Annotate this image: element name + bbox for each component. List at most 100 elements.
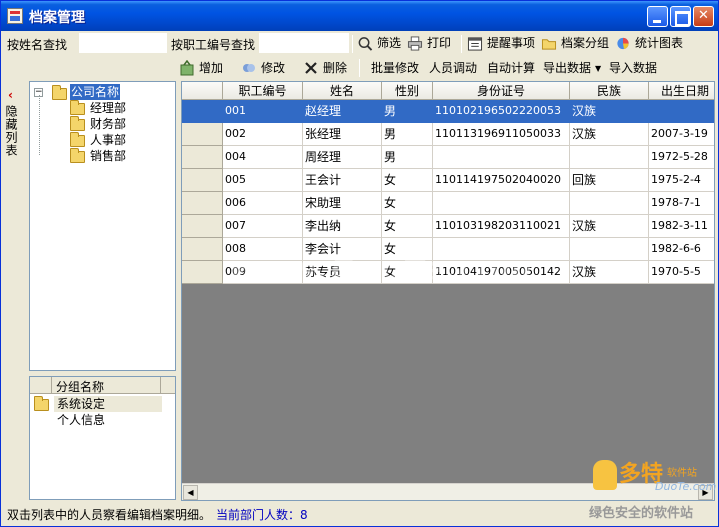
title-bar[interactable]: 档案管理 ✕ — [1, 1, 718, 31]
window-title: 档案管理 — [29, 10, 85, 26]
print-button[interactable]: 打印 — [407, 34, 451, 53]
cell-ethnicity[interactable] — [570, 146, 649, 169]
app-icon — [7, 8, 23, 24]
add-button[interactable]: 增加 — [179, 58, 223, 78]
edit-button[interactable]: 修改 — [241, 58, 285, 78]
cell-ethnicity[interactable]: 汉族 — [570, 123, 649, 146]
logo-tagline: 绿色安全的软件站 — [589, 506, 694, 521]
toolbar-separator — [461, 35, 462, 53]
group-list-header: 分组名称 — [30, 377, 175, 394]
transfer-button[interactable]: 人员调动 — [429, 58, 477, 78]
cell-gender[interactable]: 男 — [382, 100, 433, 123]
column-header-ethnicity[interactable]: 民族 — [570, 82, 649, 100]
cell-id[interactable]: 006 — [223, 192, 303, 215]
chart-button[interactable]: 统计图表 — [615, 34, 683, 53]
export-button[interactable]: 导出数据 ▼ — [543, 58, 601, 78]
delete-button[interactable]: 删除 — [303, 58, 347, 78]
column-header-id[interactable]: 职工编号 — [223, 82, 303, 100]
cell-idcard[interactable] — [433, 192, 570, 215]
cell-name[interactable]: 张经理 — [303, 123, 382, 146]
table-row[interactable]: 004 周经理男 1972-5-28 — [182, 146, 714, 169]
cell-gender[interactable]: 女 — [382, 192, 433, 215]
column-header-birthdate[interactable]: 出生日期 — [649, 82, 714, 100]
row-header[interactable] — [182, 261, 223, 284]
search-by-id-label: 按职工编号查找 — [171, 38, 256, 52]
table-row[interactable]: 006 宋助理女 1978-7-1 — [182, 192, 714, 215]
filter-button[interactable]: 筛选 — [357, 34, 401, 53]
table-row[interactable]: 007 李出纳女 110103198203110021 汉族 1982-3-11 — [182, 215, 714, 238]
cell-birthdate[interactable] — [649, 100, 714, 123]
employee-grid[interactable]: 职工编号 姓名 性别 身份证号 民族 出生日期 001 赵经理男 110102196… — [181, 81, 715, 501]
cell-id[interactable]: 005 — [223, 169, 303, 192]
column-header-idcard[interactable]: 身份证号 — [433, 82, 570, 100]
row-header[interactable] — [182, 192, 223, 215]
row-header[interactable] — [182, 238, 223, 261]
cell-ethnicity[interactable]: 回族 — [570, 169, 649, 192]
table-row[interactable]: 001 赵经理男 110102196502220053 汉族 — [182, 100, 714, 123]
cell-gender[interactable]: 男 — [382, 123, 433, 146]
minimize-button[interactable] — [647, 6, 668, 27]
department-tree[interactable]: − 公司名称 经理部 财务部 人事部 销售部 — [29, 81, 176, 371]
search-by-name-input[interactable] — [79, 33, 167, 53]
hide-list-tab[interactable]: ‹ 隐藏列表 — [4, 85, 22, 175]
table-row[interactable]: 002 张经理男 110113196911050033 汉族 2007-3-19 — [182, 123, 714, 146]
cell-name[interactable]: 李出纳 — [303, 215, 382, 238]
cell-birthdate[interactable]: 1978-7-1 — [649, 192, 714, 215]
group-item-system[interactable]: 系统设定 — [30, 396, 175, 412]
tree-item-label: 财务部 — [90, 117, 127, 131]
cell-birthdate[interactable]: 1982-3-11 — [649, 215, 714, 238]
cell-gender[interactable]: 女 — [382, 215, 433, 238]
search-by-id-input[interactable] — [259, 33, 349, 53]
row-header[interactable] — [182, 100, 223, 123]
cell-idcard[interactable]: 110102196502220053 — [433, 100, 570, 123]
row-header[interactable] — [182, 123, 223, 146]
auto-calc-button[interactable]: 自动计算 — [487, 58, 535, 78]
cell-idcard[interactable] — [433, 146, 570, 169]
cell-ethnicity[interactable] — [570, 192, 649, 215]
cell-birthdate[interactable]: 1975-2-4 — [649, 169, 714, 192]
column-header-gender[interactable]: 性别 — [382, 82, 433, 100]
scroll-left-icon[interactable]: ◀ — [183, 485, 198, 500]
folder-icon — [541, 39, 557, 50]
batch-edit-button[interactable]: 批量修改 — [371, 58, 419, 78]
cell-ethnicity[interactable]: 汉族 — [570, 261, 649, 284]
cell-idcard[interactable]: 110114197502040020 — [433, 169, 570, 192]
reminder-button[interactable]: 提醒事项 — [467, 34, 535, 53]
grouping-button[interactable]: 档案分组 — [541, 34, 609, 53]
cell-birthdate[interactable]: 2007-3-19 — [649, 123, 714, 146]
export-label: 导出数据 — [543, 61, 592, 75]
maximize-button[interactable] — [670, 6, 691, 27]
row-header[interactable] — [182, 146, 223, 169]
watermark: www.DuoTe.com — [230, 252, 534, 287]
tree-root-label[interactable]: 公司名称 — [70, 84, 121, 100]
group-item-personal[interactable]: 个人信息 — [30, 412, 175, 428]
column-header-name[interactable]: 姓名 — [303, 82, 382, 100]
search-toolbar: 按姓名查找 按职工编号查找 筛选 打印 提醒事项 档案分组 统计图表 — [7, 33, 715, 54]
cell-name[interactable]: 周经理 — [303, 146, 382, 169]
cell-idcard[interactable]: 110103198203110021 — [433, 215, 570, 238]
cell-birthdate[interactable]: 1982-6-6 — [649, 238, 714, 261]
cell-id[interactable]: 002 — [223, 123, 303, 146]
cell-name[interactable]: 赵经理 — [303, 100, 382, 123]
cell-birthdate[interactable]: 1970-5-5 — [649, 261, 714, 284]
cell-gender[interactable]: 男 — [382, 146, 433, 169]
table-row[interactable]: 005 王会计女 110114197502040020 回族 1975-2-4 — [182, 169, 714, 192]
cell-idcard[interactable]: 110113196911050033 — [433, 123, 570, 146]
row-header[interactable] — [182, 169, 223, 192]
cell-id[interactable]: 007 — [223, 215, 303, 238]
folder-icon — [34, 396, 49, 411]
cell-birthdate[interactable]: 1972-5-28 — [649, 146, 714, 169]
group-item-label: 系统设定 — [54, 396, 162, 412]
import-button[interactable]: 导入数据 — [609, 58, 657, 78]
cell-ethnicity[interactable]: 汉族 — [570, 100, 649, 123]
cell-id[interactable]: 001 — [223, 100, 303, 123]
cell-ethnicity[interactable]: 汉族 — [570, 215, 649, 238]
cell-id[interactable]: 004 — [223, 146, 303, 169]
cell-name[interactable]: 宋助理 — [303, 192, 382, 215]
cell-gender[interactable]: 女 — [382, 169, 433, 192]
cell-name[interactable]: 王会计 — [303, 169, 382, 192]
row-header[interactable] — [182, 215, 223, 238]
close-button[interactable]: ✕ — [693, 6, 714, 27]
cell-ethnicity[interactable] — [570, 238, 649, 261]
group-list[interactable]: 分组名称 系统设定 个人信息 — [29, 376, 176, 500]
